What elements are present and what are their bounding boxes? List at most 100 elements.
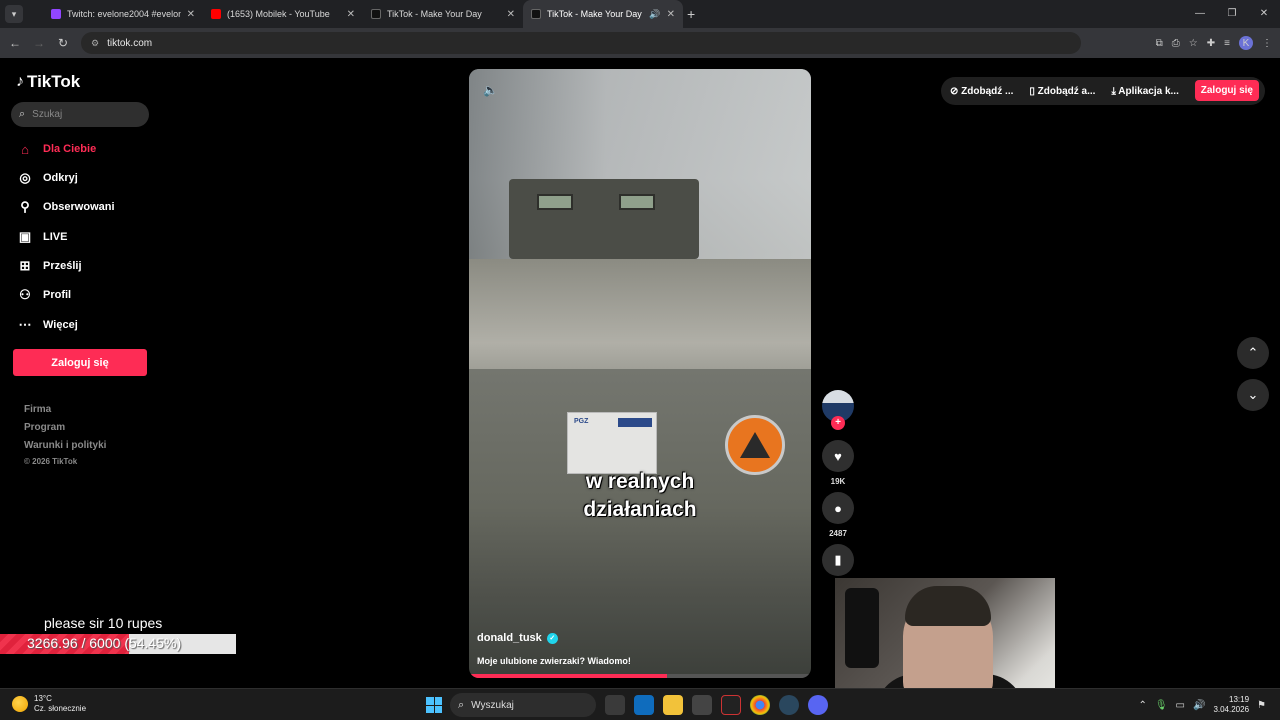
weather-description: Cz. słonecznie — [34, 704, 87, 713]
comment-icon: ● — [834, 500, 842, 516]
volume-icon[interactable]: 🔊 — [1193, 700, 1205, 711]
nav-item-upload[interactable]: ⊞ Prześlij — [16, 255, 82, 277]
tab-search-button[interactable]: ▾ — [5, 5, 23, 23]
tab-tiktok-1[interactable]: TikTok - Make Your Day ✕ — [363, 0, 523, 28]
search-input[interactable]: ⌕ Szukaj — [11, 102, 149, 127]
steam-icon[interactable] — [779, 695, 799, 715]
address-bar[interactable]: ⚙ tiktok.com — [81, 32, 1081, 54]
new-tab-icon[interactable]: + — [687, 6, 695, 22]
close-window-icon[interactable]: ✕ — [1248, 0, 1280, 28]
close-tab-icon[interactable]: ✕ — [187, 9, 195, 20]
video-progress-bar[interactable] — [469, 674, 811, 678]
close-tab-icon[interactable]: ✕ — [347, 9, 355, 20]
chevron-down-icon: ⌄ — [1247, 387, 1259, 402]
minimize-icon[interactable]: — — [1184, 0, 1216, 28]
video-sign-plate: PGZ — [567, 412, 657, 474]
tiktok-note-icon: ♪ — [16, 73, 24, 90]
like-button[interactable]: ♥ — [822, 440, 854, 472]
notifications-icon[interactable]: ⚑ — [1257, 700, 1266, 711]
windows-taskbar: 13°C Cz. słonecznie ⌕ Wyszukaj ⌃ 🎙 ▭ 🔊 1… — [0, 688, 1280, 720]
nav-label: Obserwowani — [43, 201, 115, 213]
tiktok-logo[interactable]: ♪ TikTok — [16, 72, 80, 92]
twitch-favicon-icon — [51, 9, 61, 19]
footer-link-program[interactable]: Program — [24, 422, 65, 433]
next-video-button[interactable]: ⌄ — [1237, 379, 1269, 411]
maximize-icon[interactable]: ❐ — [1216, 0, 1248, 28]
forward-icon[interactable]: → — [27, 36, 51, 50]
browser-tools: ⧉ ⎙ ☆ ✚ ≡ K ⋮ — [1156, 28, 1272, 58]
url-text: tiktok.com — [107, 37, 153, 49]
save-button[interactable]: ▮ — [822, 544, 854, 576]
date: 3.04.2026 — [1213, 705, 1250, 714]
video-description: Moje ulubione zwierzaki? Wiadomo! — [477, 656, 631, 666]
network-icon[interactable]: ▭ — [1176, 700, 1185, 711]
person-icon: ⚇ — [19, 287, 31, 302]
chrome-icon[interactable] — [750, 695, 770, 715]
task-view-icon[interactable] — [605, 695, 625, 715]
store-icon[interactable] — [692, 695, 712, 715]
search-icon: ⌕ — [19, 108, 26, 120]
like-count: 19K — [830, 477, 846, 486]
file-explorer-icon[interactable] — [663, 695, 683, 715]
get-coins-button[interactable]: ⊘ Zdobądź ... — [950, 86, 1013, 97]
nav-item-following[interactable]: ⚲ Obserwowani — [16, 196, 115, 218]
extensions-icon[interactable]: ✚ — [1207, 38, 1215, 49]
speaker-icon[interactable]: 🔊 — [649, 9, 660, 20]
video-vehicle-hull — [469, 259, 811, 379]
weather-widget[interactable]: 13°C Cz. słonecznie — [12, 694, 86, 714]
site-info-icon[interactable]: ⚙ — [91, 38, 99, 49]
clock[interactable]: 13:19 3.04.2026 — [1213, 695, 1249, 715]
video-player[interactable]: PGZ w realnych działaniach 🔈 donald_tusk… — [469, 69, 811, 678]
terminal-icon[interactable] — [721, 695, 741, 715]
microphone-icon[interactable]: 🎙 — [1155, 700, 1168, 711]
nav-item-for-you[interactable]: ⌂ Dla Ciebie — [16, 138, 96, 160]
close-tab-icon[interactable]: ✕ — [507, 9, 515, 20]
bookmark-star-icon[interactable]: ☆ — [1189, 38, 1198, 49]
nav-item-profile[interactable]: ⚇ Profil — [16, 284, 71, 306]
nav-item-more[interactable]: ⋯ Więcej — [16, 314, 78, 336]
top-login-button[interactable]: Zaloguj się — [1194, 80, 1259, 101]
caption-line-1: w realnych — [585, 470, 695, 493]
weather-text: 13°C Cz. słonecznie — [34, 694, 86, 714]
desktop-app-label: Aplikacja k... — [1118, 85, 1179, 97]
outlook-icon[interactable] — [634, 695, 654, 715]
footer-link-company[interactable]: Firma — [24, 404, 51, 415]
tab-youtube[interactable]: (1653) Mobilek - YouTube ✕ — [203, 0, 363, 28]
translate-icon[interactable]: ⧉ — [1156, 38, 1163, 49]
tab-twitch[interactable]: Twitch: evelone2004 #evelone ✕ — [43, 0, 203, 28]
user-plus-icon: ⚲ — [20, 199, 30, 214]
desktop-app-button[interactable]: ⤓ Aplikacja k... — [1111, 86, 1178, 97]
media-control-icon[interactable]: ≡ — [1224, 38, 1230, 49]
install-app-icon[interactable]: ⎙ — [1172, 38, 1180, 49]
menu-dots-icon[interactable]: ⋮ — [1262, 38, 1272, 49]
volume-icon[interactable]: 🔈 — [483, 83, 498, 97]
discord-icon[interactable] — [808, 695, 828, 715]
nav-item-explore[interactable]: ◎ Odkryj — [16, 167, 78, 189]
search-placeholder: Szukaj — [32, 109, 63, 120]
login-button[interactable]: Zaloguj się — [13, 349, 147, 376]
webcam-person-hair — [905, 586, 991, 626]
taskbar-search-input[interactable]: ⌕ Wyszukaj — [450, 693, 596, 717]
chevron-up-icon[interactable]: ⌃ — [1138, 700, 1146, 711]
donation-percent: (54.45%) — [124, 635, 182, 651]
caption-line-2: działaniach — [583, 498, 697, 521]
back-icon[interactable]: ← — [3, 36, 27, 50]
tab-tiktok-active[interactable]: TikTok - Make Your Day 🔊 ✕ — [523, 0, 683, 28]
get-app-button[interactable]: ▯ Zdobądź a... — [1029, 86, 1095, 97]
donation-goal-title: please sir 10 rupes — [44, 615, 163, 631]
reload-icon[interactable]: ↻ — [51, 36, 75, 50]
upload-icon: ⊞ — [19, 258, 31, 273]
video-vehicle-window — [619, 194, 655, 210]
comment-button[interactable]: ● — [822, 492, 854, 524]
video-author[interactable]: donald_tusk ✓ — [477, 632, 558, 644]
tab-title: TikTok - Make Your Day — [547, 9, 642, 19]
previous-video-button[interactable]: ⌃ — [1237, 337, 1269, 369]
follow-plus-icon[interactable]: + — [831, 416, 845, 430]
warning-sign-icon — [725, 415, 785, 475]
footer-link-terms[interactable]: Warunki i polityki — [24, 440, 106, 451]
close-tab-icon[interactable]: ✕ — [667, 9, 675, 20]
profile-avatar[interactable]: K — [1239, 36, 1253, 50]
start-menu-icon[interactable] — [426, 697, 442, 713]
tiktok-sidebar: ♪ TikTok ⌕ Szukaj ⌂ Dla Ciebie ◎ Odkryj … — [0, 60, 160, 686]
nav-item-live[interactable]: ▣ LIVE — [16, 226, 68, 248]
